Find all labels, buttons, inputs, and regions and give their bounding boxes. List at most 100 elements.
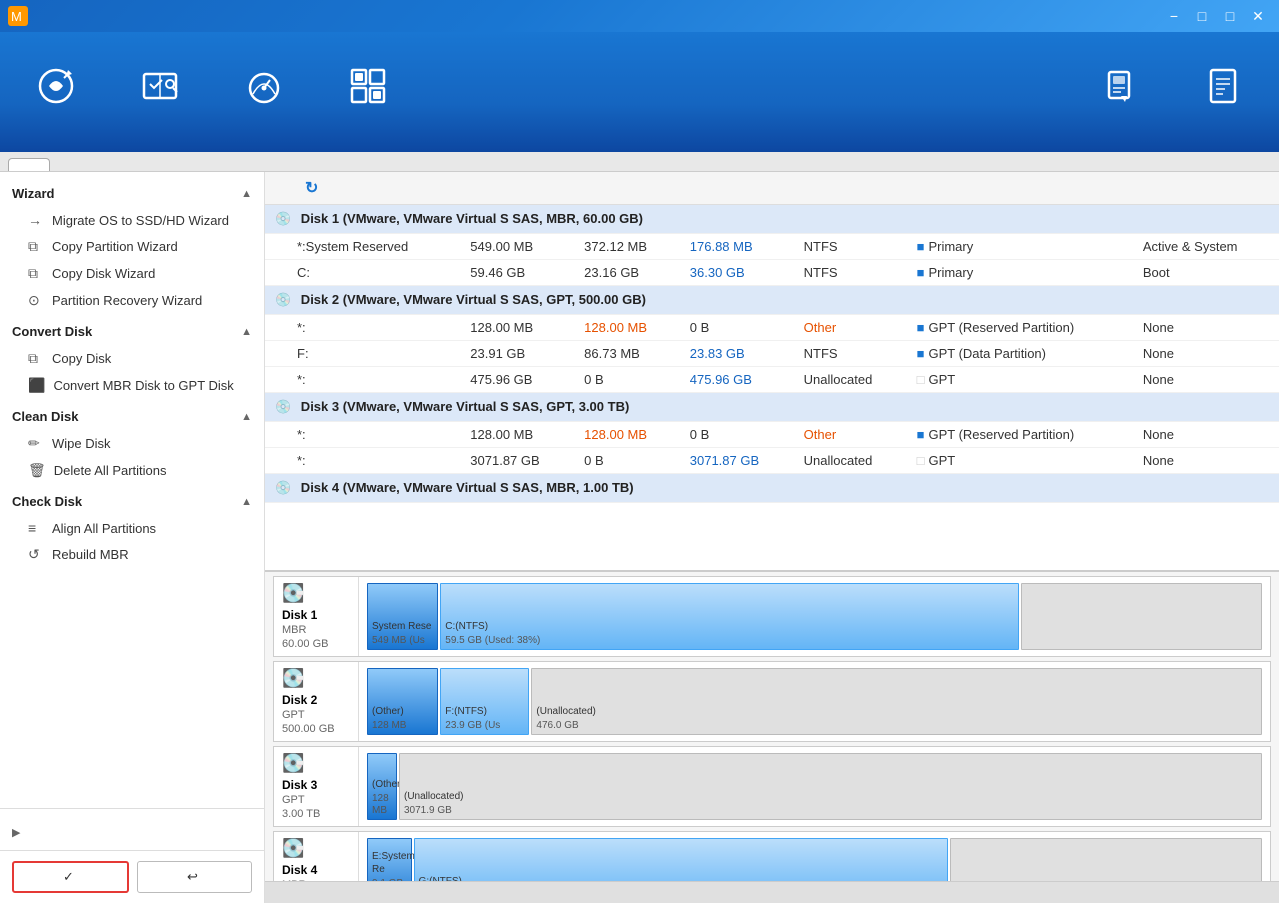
partition-unused: 475.96 GB: [680, 367, 794, 393]
app-icon: M: [8, 6, 28, 26]
sidebar-section-check-disk[interactable]: Check Disk ▲: [0, 488, 264, 515]
copy-disk-label: Copy Disk Wizard: [52, 266, 155, 281]
partition-row[interactable]: C: 59.46 GB 23.16 GB 36.30 GB NTFS ■Prim…: [265, 260, 1279, 286]
disk-bar-label: E:System Re: [368, 848, 411, 878]
disk-vis-size: 500.00 GB: [282, 723, 350, 735]
disk-bars: E:System Re 9.1 GB (Use G:(NTFS) 1014.8 …: [359, 832, 1270, 881]
titlebar: M − □ □ ✕: [0, 0, 1279, 32]
maximize-button[interactable]: □: [1217, 3, 1243, 29]
toolbar-bootable-media[interactable]: [1079, 58, 1159, 127]
partition-row[interactable]: *: 3071.87 GB 0 B 3071.87 GB Unallocated…: [265, 448, 1279, 474]
convert-mbr-icon: ⬛: [28, 377, 45, 394]
disk-icon: 💿: [275, 399, 291, 414]
sidebar-item-rebuild-mbr[interactable]: ↺ Rebuild MBR: [0, 541, 264, 568]
disk-vis-type: GPT: [282, 709, 350, 721]
ops-item-1[interactable]: ▶: [12, 823, 252, 842]
partition-fs: NTFS: [794, 234, 907, 260]
toolbar-manual[interactable]: [1183, 58, 1263, 127]
partition-unused: 3071.87 GB: [680, 448, 794, 474]
disk-bar[interactable]: (Other) 128 MB: [367, 753, 397, 820]
partition-used: 23.16 GB: [574, 260, 680, 286]
sidebar-item-align-partitions[interactable]: ≡ Align All Partitions: [0, 515, 264, 541]
disk-bar-sublabel: [1022, 647, 1261, 649]
disk-vis-item[interactable]: 💽 Disk 4 MBR 1.00 TB E:System Re 9.1 GB …: [273, 831, 1271, 881]
partition-row[interactable]: *: 475.96 GB 0 B 475.96 GB Unallocated □…: [265, 367, 1279, 393]
disk-bar-sublabel: 128 MB: [368, 720, 437, 734]
disk-bars: (Other) 128 MB F:(NTFS) 23.9 GB (Us (Una…: [359, 662, 1270, 741]
partition-row[interactable]: *:System Reserved 549.00 MB 372.12 MB 17…: [265, 234, 1279, 260]
disk-bar-sublabel: 23.9 GB (Us: [441, 720, 528, 734]
sidebar-item-copy-disk[interactable]: ⧉ Copy Disk Wizard: [0, 260, 264, 287]
disk-bar-sublabel: 128 MB: [368, 793, 396, 819]
disk-icon: 💿: [275, 211, 291, 226]
partition-table-container[interactable]: ↻ 💿 Disk 1 (VMware, VMware Vir: [265, 172, 1279, 571]
sidebar-item-convert-mbr[interactable]: ⬛ Convert MBR Disk to GPT Disk: [0, 372, 264, 399]
toolbar-disk-benchmark[interactable]: [224, 58, 304, 127]
disk-bar-label: C:(NTFS): [441, 618, 1018, 635]
refresh-icon[interactable]: ↻: [305, 178, 318, 198]
partition-unused: 23.83 GB: [680, 341, 794, 367]
sidebar-item-copy-disk2[interactable]: ⧉ Copy Disk: [0, 345, 264, 372]
sidebar-item-wipe-disk[interactable]: ✏ Wipe Disk: [0, 430, 264, 457]
disk-vis-item[interactable]: 💽 Disk 1 MBR 60.00 GB System Rese 549 MB…: [273, 576, 1271, 657]
disk-icon: 💿: [275, 480, 291, 495]
sidebar-section-convert-disk[interactable]: Convert Disk ▲: [0, 318, 264, 345]
sidebar-item-delete-partitions[interactable]: 🗑 Delete All Partitions: [0, 457, 264, 484]
space-analyzer-icon: [348, 66, 388, 111]
sidebar-item-partition-recovery-wizard[interactable]: ⊙ Partition Recovery Wizard: [0, 287, 264, 314]
close-button[interactable]: ✕: [1245, 3, 1271, 29]
partition-capacity: 128.00 MB: [460, 422, 574, 448]
partition-row[interactable]: *: 128.00 MB 128.00 MB 0 B Other ■GPT (R…: [265, 422, 1279, 448]
disk-vis-item[interactable]: 💽 Disk 3 GPT 3.00 TB (Other) 128 MB (Una…: [273, 746, 1271, 827]
right-panel: ↻ 💿 Disk 1 (VMware, VMware Vir: [265, 172, 1279, 903]
disk-info: 💽 Disk 4 MBR 1.00 TB: [274, 832, 359, 881]
disk-info: 💽 Disk 3 GPT 3.00 TB: [274, 747, 359, 826]
disk-vis-item[interactable]: 💽 Disk 2 GPT 500.00 GB (Other) 128 MB F:…: [273, 661, 1271, 742]
partition-type: ■Primary: [907, 234, 1133, 260]
disk-bars: (Other) 128 MB (Unallocated) 3071.9 GB: [359, 747, 1270, 826]
undo-button[interactable]: ↩: [137, 861, 252, 893]
disk-bar[interactable]: [1021, 583, 1262, 650]
copy-disk2-label: Copy Disk: [52, 351, 111, 366]
undo-arrow-icon: ↩: [187, 869, 198, 885]
partition-unused: 0 B: [680, 315, 794, 341]
convert-disk-label: Convert Disk: [12, 324, 92, 339]
sidebar-item-migrate-os[interactable]: → Migrate OS to SSD/HD Wizard: [0, 207, 264, 233]
partition-row[interactable]: *: 128.00 MB 128.00 MB 0 B Other ■GPT (R…: [265, 315, 1279, 341]
disk-bar[interactable]: (Unallocated) 476.0 GB: [531, 668, 1262, 735]
disk-vis-name: Disk 4: [282, 863, 350, 877]
disk-bar[interactable]: E:System Re 9.1 GB (Use: [367, 838, 412, 881]
disk-vis-type: GPT: [282, 794, 350, 806]
partition-used: 128.00 MB: [574, 422, 680, 448]
partition-fs: Unallocated: [794, 367, 907, 393]
disk-bar[interactable]: F:(NTFS) 23.9 GB (Us: [440, 668, 529, 735]
disk-bar[interactable]: (Other) 128 MB: [367, 668, 438, 735]
disk-bar[interactable]: [950, 838, 1262, 881]
partition-used: 0 B: [574, 448, 680, 474]
partition-type: ■Primary: [907, 260, 1133, 286]
disk-bar[interactable]: (Unallocated) 3071.9 GB: [399, 753, 1262, 820]
status-bar: [265, 881, 1279, 903]
partition-status: None: [1133, 448, 1279, 474]
disk-bar[interactable]: G:(NTFS) 1014.8 GB (Used: 2%): [414, 838, 949, 881]
disk-bar[interactable]: C:(NTFS) 59.5 GB (Used: 38%): [440, 583, 1019, 650]
minimize-button[interactable]: −: [1161, 3, 1187, 29]
tab-partition-management[interactable]: [8, 158, 50, 171]
restore-button[interactable]: □: [1189, 3, 1215, 29]
bootable-media-icon: [1099, 66, 1139, 111]
apply-button[interactable]: ✓: [12, 861, 129, 893]
sidebar-section-wizard[interactable]: Wizard ▲: [0, 180, 264, 207]
disk-bar-label: (Unallocated): [400, 788, 1261, 805]
sidebar-item-copy-partition[interactable]: ⧉ Copy Partition Wizard: [0, 233, 264, 260]
partition-row[interactable]: F: 23.91 GB 86.73 MB 23.83 GB NTFS ■GPT …: [265, 341, 1279, 367]
partition-name: C:: [265, 260, 460, 286]
partition-used: 372.12 MB: [574, 234, 680, 260]
toolbar-space-analyzer[interactable]: [328, 58, 408, 127]
col-unused: [680, 172, 794, 205]
partition-name: *:: [265, 315, 460, 341]
toolbar-partition-recovery[interactable]: [120, 58, 200, 127]
disk-bar[interactable]: System Rese 549 MB (Us: [367, 583, 438, 650]
sidebar-section-clean-disk[interactable]: Clean Disk ▲: [0, 403, 264, 430]
toolbar-data-recovery[interactable]: [16, 58, 96, 127]
sidebar-actions: ✓ ↩: [0, 850, 264, 903]
